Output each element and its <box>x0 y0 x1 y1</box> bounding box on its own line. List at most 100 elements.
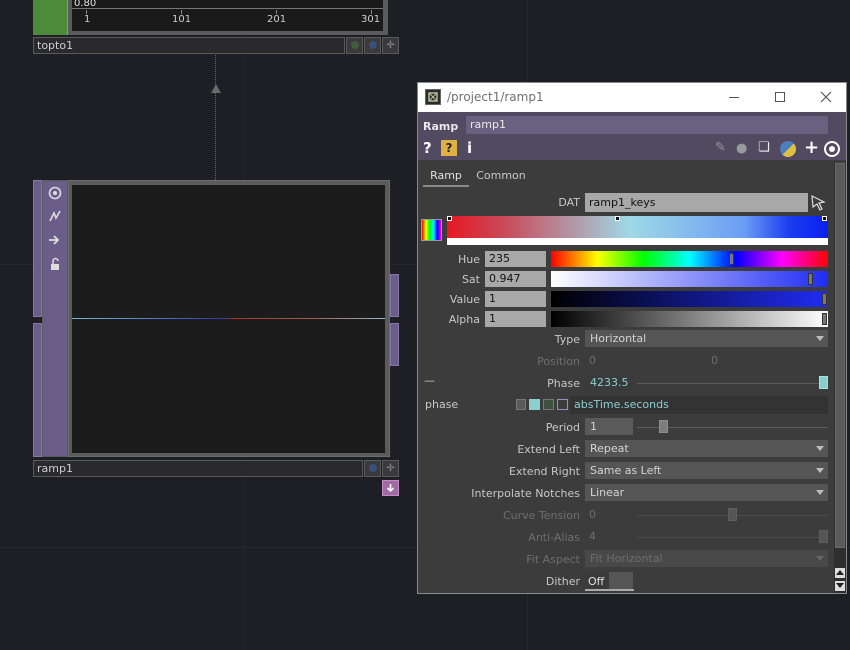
help-icon[interactable]: ? <box>423 139 432 157</box>
graph-top-line <box>72 0 383 9</box>
parameter-window[interactable]: /project1/ramp1 Ramp ramp1 ? ? i ✎ ● ❏ +… <box>417 82 847 594</box>
sat-field[interactable]: 0.947 <box>485 271 546 287</box>
phase-slider-track[interactable] <box>637 383 828 384</box>
sat-slider[interactable] <box>551 271 828 287</box>
ramp-key-handle[interactable] <box>822 216 827 221</box>
mode-bind-icon[interactable] <box>557 399 568 410</box>
export-arrow-icon[interactable] <box>44 229 66 251</box>
ramp-viewer[interactable] <box>72 185 385 453</box>
connection-wire <box>215 55 216 180</box>
window-titlebar[interactable]: /project1/ramp1 <box>418 83 846 112</box>
extend-right-menu[interactable]: Same as Left <box>585 462 828 479</box>
mode-constant-icon[interactable] <box>516 399 526 410</box>
fit-aspect-menu[interactable]: Fit Horizontal <box>585 550 828 567</box>
param-label: Period <box>545 421 580 434</box>
output-connector-icon[interactable] <box>382 480 399 496</box>
scrollbar-thumb[interactable] <box>835 163 845 548</box>
extend-left-value: Repeat <box>590 442 629 455</box>
type-menu[interactable]: Horizontal <box>585 330 828 347</box>
python-icon[interactable] <box>780 141 796 157</box>
node-name-label[interactable]: ramp1 <box>33 460 363 477</box>
operator-name-field[interactable]: ramp1 <box>466 116 828 134</box>
tick-label: 101 <box>172 14 192 25</box>
interpolate-menu[interactable]: Linear <box>585 484 828 501</box>
close-icon[interactable] <box>816 88 836 106</box>
tab-common[interactable]: Common <box>471 167 531 187</box>
phase-field[interactable]: 4233.5 <box>585 374 633 391</box>
clipboard-icon[interactable]: ❏ <box>758 140 770 155</box>
cook-flag-icon[interactable] <box>346 37 363 54</box>
dither-toggle[interactable]: Off <box>585 572 634 591</box>
value-slider-knob[interactable] <box>822 293 827 305</box>
mode-expression-icon[interactable] <box>529 399 540 410</box>
extend-left-menu[interactable]: Repeat <box>585 440 828 457</box>
color-picker-icon[interactable] <box>421 219 442 241</box>
node-output-tab <box>390 323 399 366</box>
hue-field[interactable]: 235 <box>485 251 546 267</box>
position-y-value[interactable]: 0 <box>711 354 718 367</box>
curve-tension-value[interactable]: 0 <box>589 508 596 521</box>
drag-arrow-icon[interactable] <box>809 193 829 212</box>
chevron-down-icon <box>816 468 824 473</box>
maximize-icon[interactable] <box>770 88 790 106</box>
hue-slider-knob[interactable] <box>729 253 734 265</box>
alpha-slider[interactable] <box>551 311 828 327</box>
tick-label: 201 <box>267 14 287 25</box>
period-field[interactable]: 1 <box>585 418 633 435</box>
type-menu-value: Horizontal <box>590 332 647 345</box>
node-input-tab <box>33 180 42 317</box>
viewer-flag-icon[interactable]: ✛ <box>382 37 399 54</box>
scrollbar-track[interactable] <box>834 163 846 593</box>
info-icon[interactable]: i <box>467 139 472 157</box>
target-icon[interactable] <box>824 141 840 157</box>
fit-aspect-value: Fit Horizontal <box>590 552 663 565</box>
scroll-up-icon[interactable] <box>835 568 845 578</box>
ramp-alpha-strip[interactable] <box>447 238 828 245</box>
value-slider[interactable] <box>551 291 828 307</box>
value-field[interactable]: 1 <box>485 291 546 307</box>
anti-alias-knob[interactable] <box>819 530 828 543</box>
viewer-flag-icon[interactable]: ✛ <box>382 460 399 477</box>
toggle-switch-box <box>609 572 633 589</box>
display-flag-icon[interactable] <box>364 37 381 54</box>
ramp-key-handle[interactable] <box>447 216 452 221</box>
python-help-icon[interactable]: ? <box>441 140 457 156</box>
operator-header: Ramp ramp1 ? ? i ✎ ● ❏ + <box>418 112 846 160</box>
phase-expression-field[interactable]: absTime.seconds <box>570 396 828 414</box>
lock-icon[interactable] <box>44 253 66 275</box>
node-output-tab <box>390 274 399 317</box>
wire-icon[interactable] <box>44 205 66 227</box>
collapse-dash[interactable]: — <box>424 374 435 387</box>
ramp-preview-line <box>72 318 385 319</box>
param-label: Interpolate Notches <box>471 487 580 500</box>
dat-field[interactable]: ramp1_keys <box>585 193 808 212</box>
mode-export-icon[interactable] <box>543 399 554 410</box>
edit-pencil-icon[interactable]: ✎ <box>715 140 726 155</box>
ramp-key-handle[interactable] <box>615 216 620 221</box>
extend-right-value: Same as Left <box>590 464 662 477</box>
alpha-slider-knob[interactable] <box>822 313 827 325</box>
scroll-down-icon[interactable] <box>835 581 845 591</box>
anti-alias-track[interactable] <box>637 537 828 538</box>
minimize-icon[interactable] <box>724 88 744 106</box>
viewer-active-icon[interactable] <box>44 182 66 204</box>
app-logo-icon <box>425 89 441 105</box>
position-x-value[interactable]: 0 <box>589 354 596 367</box>
tick-label: 301 <box>361 14 381 25</box>
node-name-label[interactable]: topto1 <box>33 37 345 54</box>
curve-tension-knob[interactable] <box>728 508 737 521</box>
sat-slider-knob[interactable] <box>808 273 813 285</box>
graph-viewer[interactable]: 0.80 1 101 201 301 <box>72 0 383 31</box>
comment-icon[interactable]: ● <box>736 141 747 156</box>
param-label: Sat <box>461 273 480 286</box>
alpha-field[interactable]: 1 <box>485 311 546 327</box>
phase-slider-knob[interactable] <box>819 376 828 389</box>
dither-value: Off <box>588 575 605 588</box>
anti-alias-value[interactable]: 4 <box>589 530 596 543</box>
hue-slider[interactable] <box>551 251 828 267</box>
param-label: DAT <box>558 196 580 209</box>
tab-ramp[interactable]: Ramp <box>423 167 469 187</box>
period-slider-knob[interactable] <box>659 420 668 433</box>
add-icon[interactable]: + <box>804 137 819 158</box>
display-flag-icon[interactable] <box>364 460 381 477</box>
